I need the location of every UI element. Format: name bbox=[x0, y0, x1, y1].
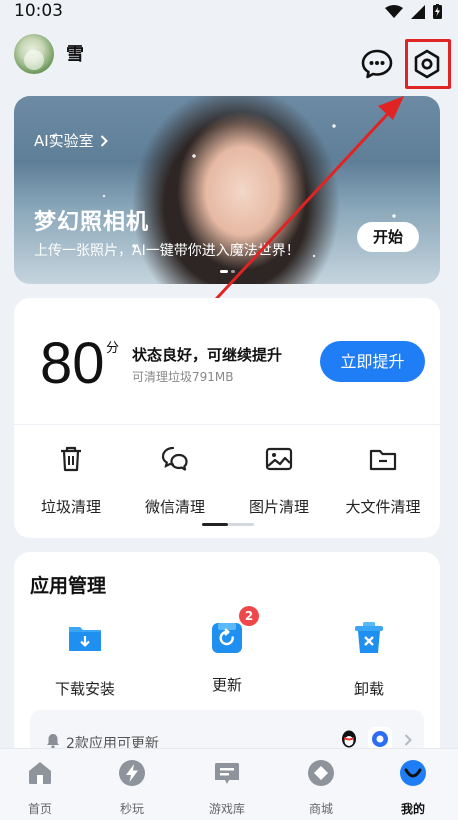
nav-profile[interactable]: 我的 bbox=[373, 758, 453, 817]
nav-label: 秒玩 bbox=[119, 802, 144, 816]
wechat-icon bbox=[161, 446, 188, 471]
health-score: 80 bbox=[40, 331, 105, 396]
app-item-label: 更新 bbox=[211, 676, 242, 694]
app-item-label: 下载安装 bbox=[54, 680, 115, 698]
tool-label: 图片清理 bbox=[248, 498, 309, 516]
store-icon bbox=[308, 760, 334, 786]
junk-size-text: 可清理垃圾791MB bbox=[132, 370, 234, 384]
chevron-right-icon bbox=[404, 734, 412, 746]
app-update[interactable]: 2 更新 bbox=[172, 606, 282, 695]
score-status: 状态良好，可继续提升 bbox=[132, 346, 283, 364]
app-management-title: 应用管理 bbox=[30, 575, 107, 597]
tool-label: 微信清理 bbox=[144, 498, 205, 516]
nav-game-library[interactable]: 游戏库 bbox=[187, 758, 267, 817]
update-count-badge: 2 bbox=[239, 606, 259, 626]
tool-label: 大文件清理 bbox=[345, 498, 421, 516]
boost-button[interactable]: 立即提升 bbox=[320, 341, 425, 382]
app-download-install[interactable]: 下载安装 bbox=[30, 620, 140, 699]
app-uninstall[interactable]: 卸载 bbox=[314, 620, 424, 699]
tool-wechat-clean[interactable]: 微信清理 bbox=[125, 444, 225, 517]
nav-label: 游戏库 bbox=[208, 802, 245, 816]
trash-icon bbox=[61, 446, 81, 472]
nav-home[interactable]: 首页 bbox=[0, 758, 80, 817]
qq-app-icon bbox=[342, 730, 356, 748]
nav-store[interactable]: 商城 bbox=[281, 758, 361, 817]
folder-icon bbox=[369, 449, 397, 471]
nav-label: 我的 bbox=[400, 802, 425, 816]
nav-label: 首页 bbox=[27, 802, 52, 816]
uninstall-icon bbox=[355, 622, 383, 653]
nav-label: 商城 bbox=[308, 802, 333, 816]
nav-instant-play[interactable]: 秒玩 bbox=[92, 758, 172, 817]
profile-icon bbox=[400, 760, 426, 786]
download-folder-icon bbox=[69, 627, 101, 651]
score-unit: 分 bbox=[106, 341, 120, 356]
lightning-icon bbox=[119, 760, 145, 786]
app-item-label: 卸载 bbox=[353, 680, 384, 698]
bell-icon bbox=[47, 734, 59, 749]
home-icon bbox=[29, 762, 51, 784]
image-icon bbox=[265, 447, 293, 471]
tools-page-indicator bbox=[202, 523, 254, 526]
tool-large-file-clean[interactable]: 大文件清理 bbox=[333, 444, 433, 517]
update-icon bbox=[212, 623, 242, 653]
tool-label: 垃圾清理 bbox=[40, 498, 101, 516]
game-library-icon bbox=[215, 763, 239, 784]
tool-junk-clean[interactable]: 垃圾清理 bbox=[21, 444, 121, 517]
card-divider bbox=[14, 424, 440, 425]
tool-image-clean[interactable]: 图片清理 bbox=[229, 444, 329, 517]
